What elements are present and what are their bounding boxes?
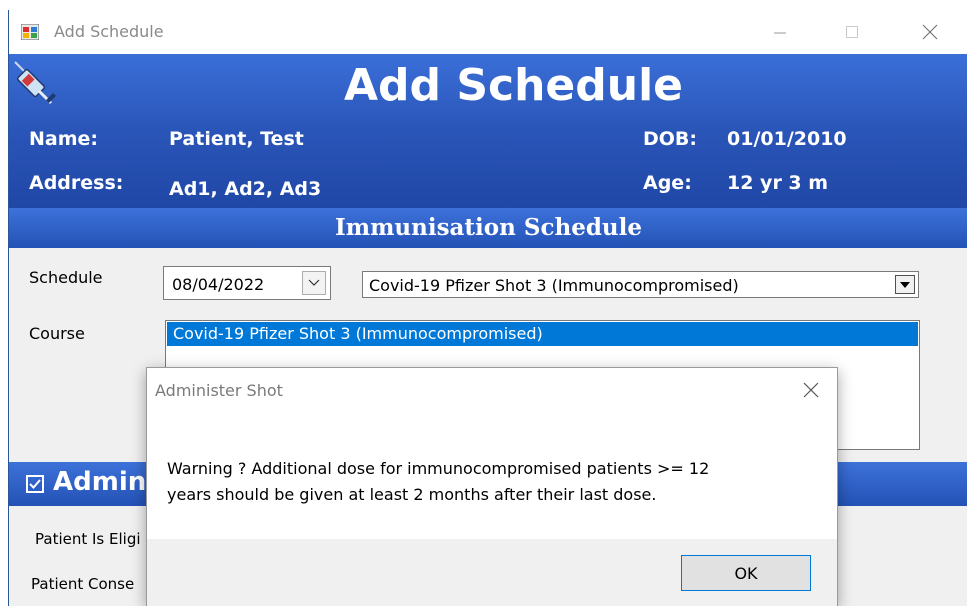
dialog-message: Warning ? Additional dose for immunocomp…: [167, 456, 807, 508]
close-button[interactable]: [910, 18, 950, 46]
name-label: Name:: [29, 128, 99, 150]
schedule-date-picker[interactable]: 08/04/2022: [163, 266, 331, 300]
age-value: 12 yr 3 m: [727, 172, 829, 194]
dialog-title: Administer Shot: [155, 381, 283, 400]
age-label: Age:: [643, 172, 692, 194]
chevron-down-icon: [308, 279, 320, 286]
address-value: Ad1, Ad2, Ad3: [169, 178, 322, 200]
minimize-icon: [774, 32, 786, 34]
maximize-icon: [846, 26, 858, 38]
dialog-close-button[interactable]: [799, 378, 823, 402]
window-title: Add Schedule: [54, 22, 164, 41]
app-icon: [21, 24, 39, 40]
name-value: Patient, Test: [169, 128, 304, 150]
schedule-label: Schedule: [29, 268, 103, 287]
schedule-select[interactable]: Covid-19 Pfizer Shot 3 (Immunocompromise…: [362, 271, 919, 298]
close-icon: [803, 382, 819, 398]
admin-section-title: Admin: [53, 467, 147, 497]
close-icon: [922, 24, 938, 40]
dialog-message-line-2: years should be given at least 2 months …: [167, 485, 657, 504]
schedule-select-value: Covid-19 Pfizer Shot 3 (Immunocompromise…: [369, 276, 739, 295]
patient-header: Add Schedule Name: Patient, Test Address…: [9, 54, 967, 208]
checkmark-icon: [29, 479, 41, 489]
course-list-item[interactable]: Covid-19 Pfizer Shot 3 (Immunocompromise…: [167, 322, 918, 346]
schedule-date-value: 08/04/2022: [172, 275, 265, 294]
minimize-button[interactable]: [760, 18, 800, 46]
dialog-message-line-1: Warning ? Additional dose for immunocomp…: [167, 459, 710, 478]
title-bar[interactable]: Add Schedule: [9, 10, 967, 54]
eligible-label: Patient Is Eligi: [35, 530, 141, 548]
administer-shot-dialog: Administer Shot Warning ? Additional dos…: [146, 367, 838, 606]
consent-label: Patient Conse: [31, 575, 135, 593]
dob-label: DOB:: [643, 128, 698, 150]
ok-button[interactable]: OK: [681, 555, 811, 591]
course-label: Course: [29, 324, 85, 343]
date-dropdown-button[interactable]: [302, 271, 326, 295]
schedule-section-title: Immunisation Schedule: [9, 208, 967, 248]
header-title: Add Schedule: [343, 60, 684, 111]
address-label: Address:: [29, 172, 124, 194]
schedule-dropdown-button[interactable]: [895, 275, 915, 294]
dialog-footer: OK: [147, 539, 837, 606]
dob-value: 01/01/2010: [727, 128, 847, 150]
admin-checkbox[interactable]: [26, 475, 44, 493]
dropdown-arrow-icon: [900, 281, 910, 288]
maximize-button[interactable]: [832, 18, 872, 46]
